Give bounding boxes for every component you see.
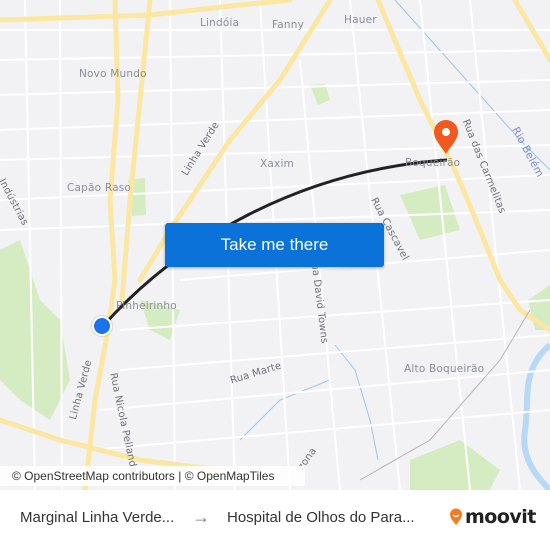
destination-name: Hospital de Olhos do Para... [227,509,415,526]
neighborhood-label: Xaxim [260,158,294,170]
neighborhood-label: Alto Boqueirão [404,363,485,375]
park [400,185,460,240]
neighborhood-label: Novo Mundo [79,68,147,80]
neighborhood-label: Boqueirão [405,157,461,169]
road [119,0,153,303]
park [410,440,500,490]
origin-name: Marginal Linha Verde... [20,509,175,526]
river [334,344,379,461]
brand-name: moovit [465,506,536,528]
neighborhood-label: Capão Raso [67,182,132,194]
origin-marker[interactable] [92,316,112,336]
take-me-there-button[interactable]: Take me there [165,223,384,267]
arrow-right-icon: → [192,507,210,527]
neighborhood-label: Fanny [272,19,305,31]
moovit-logo[interactable]: moovit [449,506,536,528]
neighborhood-label: Pinheirinho [116,300,177,312]
road [0,0,293,23]
map-attribution[interactable]: © OpenStreetMap contributors | © OpenMap… [0,466,305,486]
river-belem [521,342,550,490]
park [0,240,70,420]
moovit-pin-icon [450,508,462,525]
footer: Marginal Linha Verde... → Hospital de Ol… [0,490,550,550]
map[interactable]: Lindóia Fanny Hauer Novo Mundo Xaxim Cap… [0,0,550,490]
neighborhood-label: Hauer [344,14,377,26]
neighborhood-label: Lindóia [200,17,240,29]
